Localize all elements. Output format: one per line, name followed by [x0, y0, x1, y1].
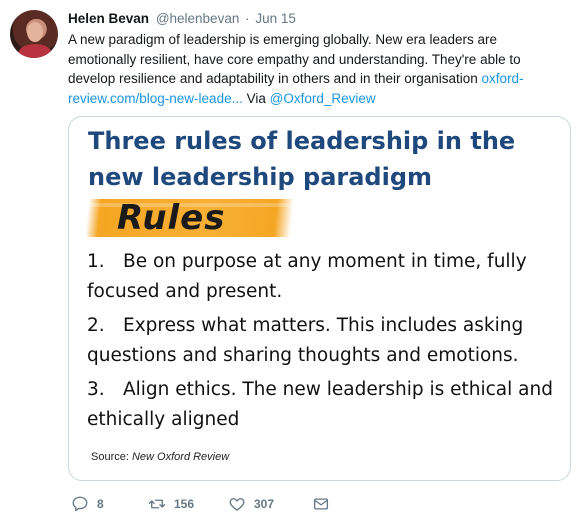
- card-source: Source: New Oxford Review: [91, 451, 229, 463]
- retweet-icon: [148, 499, 166, 509]
- retweet-button[interactable]: 156: [148, 494, 194, 514]
- rule-text: Express what matters. This includes aski…: [87, 315, 524, 366]
- like-count: 307: [254, 497, 275, 511]
- rule-text: Be on purpose at any moment in time, ful…: [87, 251, 527, 302]
- rule-number: 2.: [87, 315, 105, 336]
- reply-count: 8: [97, 497, 104, 511]
- tweet-header: Helen Bevan @helenbevan · Jun 15: [68, 10, 296, 28]
- tweet: Helen Bevan @helenbevan · Jun 15 A new p…: [0, 0, 585, 519]
- author-name[interactable]: Helen Bevan: [68, 11, 149, 26]
- reply-button[interactable]: 8: [71, 494, 104, 514]
- rule-number: 1.: [87, 251, 105, 272]
- rule-item: 3. Align ethics. The new leadership is et…: [87, 375, 557, 435]
- heart-icon: [229, 498, 245, 511]
- reply-icon: [72, 496, 88, 512]
- via-mention[interactable]: @Oxford_Review: [270, 91, 376, 106]
- avatar-shirt: [18, 44, 52, 58]
- separator-dot: ·: [245, 11, 250, 26]
- rule-item: 2. Express what matters. This includes as…: [87, 311, 557, 371]
- rule-text: Align ethics. The new leadership is ethi…: [87, 379, 553, 430]
- envelope-icon: [313, 498, 329, 510]
- like-button[interactable]: 307: [228, 494, 274, 514]
- attached-image-card[interactable]: Three rules of leadership in the new lea…: [68, 116, 571, 481]
- avatar-face: [27, 22, 43, 42]
- direct-message-button[interactable]: [312, 494, 330, 514]
- tweet-date[interactable]: Jun 15: [255, 11, 296, 26]
- via-label: Via: [246, 90, 266, 106]
- avatar[interactable]: [10, 10, 58, 58]
- rule-number: 3.: [87, 379, 105, 400]
- source-label: Source:: [91, 451, 129, 463]
- rule-item: 1. Be on purpose at any moment in time, f…: [87, 247, 557, 307]
- tweet-text-main: A new paradigm of leadership is emerging…: [68, 32, 521, 86]
- source-name: New Oxford Review: [131, 451, 230, 463]
- rules-banner-word: Rules: [117, 198, 226, 238]
- author-handle[interactable]: @helenbevan: [156, 11, 240, 26]
- retweet-count: 156: [174, 497, 195, 511]
- card-title: Three rules of leadership in the new lea…: [88, 127, 516, 191]
- tweet-text: A new paradigm of leadership is emerging…: [68, 30, 568, 108]
